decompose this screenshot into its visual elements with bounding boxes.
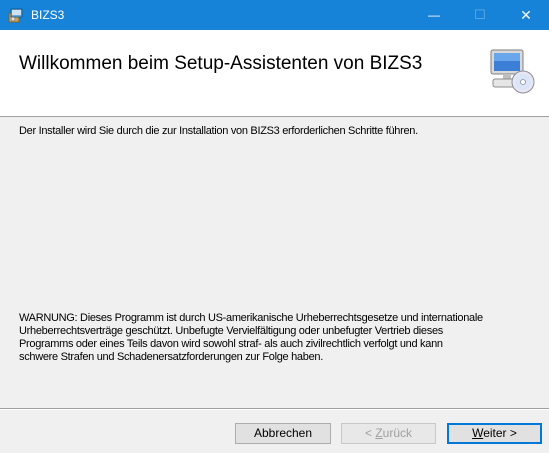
- close-button[interactable]: ✕: [503, 0, 549, 30]
- next-button[interactable]: Weiter >: [447, 423, 542, 444]
- next-button-accelerator: W: [472, 426, 484, 440]
- next-button-label: eiter >: [483, 426, 517, 440]
- close-icon: ✕: [520, 6, 532, 23]
- wizard-header: Willkommen beim Setup-Assistenten von BI…: [0, 30, 549, 117]
- back-button-accelerator: Z: [375, 426, 383, 440]
- installer-package-icon: [8, 7, 24, 23]
- intro-text: Der Installer wird Sie durch die zur Ins…: [19, 125, 418, 137]
- page-title: Willkommen beim Setup-Assistenten von BI…: [19, 53, 423, 74]
- warning-line: schwere Strafen und Schadenersatzforderu…: [19, 351, 323, 363]
- warning-line: WARNUNG: Dieses Programm ist durch US-am…: [19, 312, 483, 324]
- back-button-prefix: <: [364, 426, 376, 440]
- minimize-icon: —: [428, 8, 440, 22]
- copyright-warning: WARNUNG: Dieses Programm ist durch US-am…: [19, 312, 545, 364]
- cancel-button[interactable]: Abbrechen: [235, 423, 331, 444]
- warning-line: Urheberrechtsverträge geschützt. Unbefug…: [19, 325, 443, 337]
- computer-cd-icon: [488, 46, 536, 96]
- title-bar[interactable]: BIZS3 — ☐ ✕: [0, 0, 549, 30]
- warning-line: Programms oder eines Teils davon wird so…: [19, 338, 443, 350]
- cancel-button-label: Abbrechen: [253, 426, 313, 440]
- minimize-button[interactable]: —: [411, 0, 457, 30]
- footer-divider: [0, 408, 549, 410]
- window-title: BIZS3: [31, 8, 65, 22]
- maximize-icon: ☐: [474, 7, 486, 22]
- maximize-button[interactable]: ☐: [457, 0, 503, 30]
- back-button-label: urück: [382, 426, 413, 440]
- back-button[interactable]: < Zurück: [341, 423, 436, 444]
